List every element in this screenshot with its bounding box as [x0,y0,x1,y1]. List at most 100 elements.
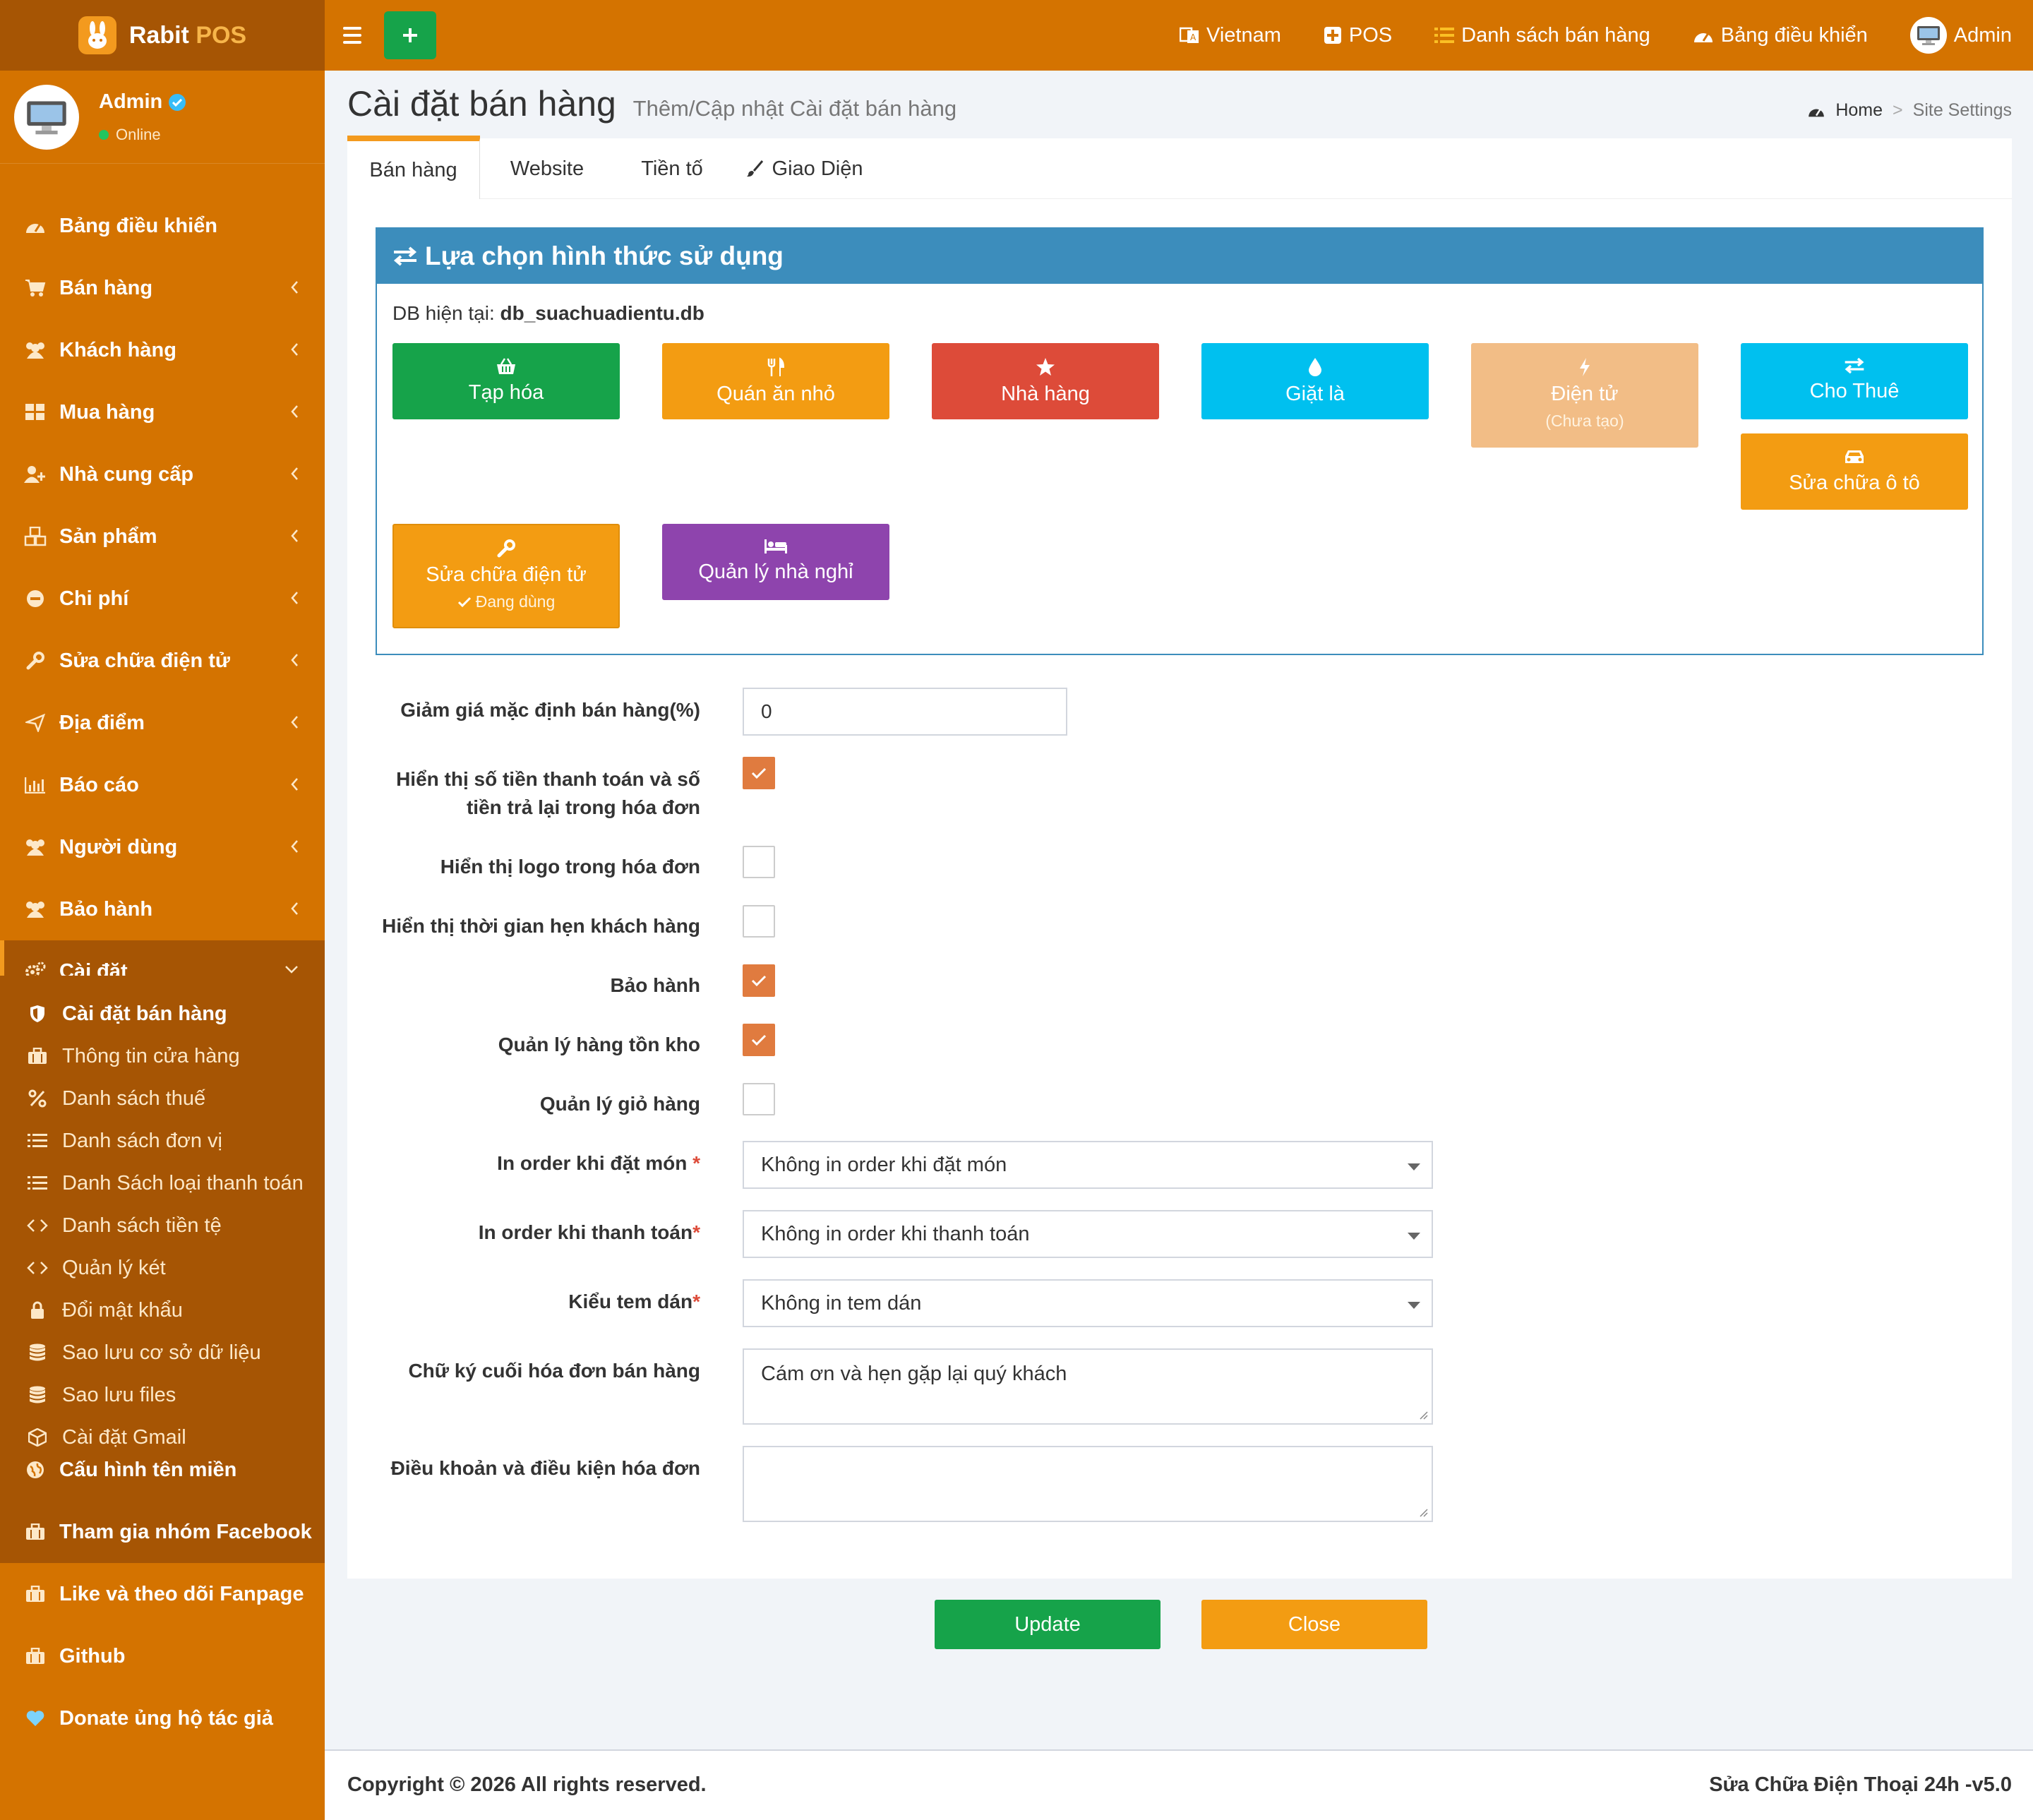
sidebar-item-donate[interactable]: Donate ủng hộ tác giả [0,1687,325,1749]
sidebar-item-label: Bảng điều khiển [59,214,217,237]
app-logo[interactable]: Rabit POS [0,0,325,71]
paint-brush-icon [746,160,763,177]
show-logo-checkbox[interactable] [743,846,775,878]
sidebar-item-label: Địa điểm [59,711,145,734]
show-appointment-checkbox[interactable] [743,905,775,938]
sidebar-item-warranty[interactable]: Bảo hành [0,878,325,940]
submenu-item-payment-types[interactable]: Danh Sách loại thanh toán [0,1162,325,1204]
sidebar-item-label: Cấu hình tên miền [59,1458,237,1481]
add-new-button[interactable] [384,11,436,59]
sidebar-item-label: Báo cáo [59,773,139,796]
submenu-item-cash-drawer[interactable]: Quản lý két [0,1247,325,1289]
mode-electronics-button[interactable]: Điện tử (Chưa tạo) [1471,343,1698,448]
user-menu[interactable]: Admin [1909,17,2012,54]
mode-laundry-button[interactable]: Giặt là [1201,343,1429,419]
print-order-select[interactable]: Không in order khi đặt món [743,1141,1433,1189]
submenu-item-backup-files[interactable]: Sao lưu files [0,1374,325,1416]
sidebar-item-products[interactable]: Sản phẩm [0,505,325,568]
rabbit-logo-icon [78,16,116,54]
language-icon: A [1180,27,1199,43]
submenu-item-change-password[interactable]: Đổi mật khẩu [0,1289,325,1331]
sidebar-item-facebook-group[interactable]: Tham gia nhóm Facebook [0,1501,325,1563]
check-icon [751,1034,767,1046]
sales-list-link[interactable]: Danh sách bán hàng [1434,24,1650,47]
page-subtitle: Thêm/Cập nhật Cài đặt bán hàng [632,96,957,121]
submenu-item-store-info[interactable]: Thông tin cửa hàng [0,1035,325,1077]
mode-small-restaurant-button[interactable]: Quán ăn nhỏ [662,343,889,419]
warranty-label: Bảo hành [610,974,700,996]
sidebar-item-label: Bảo hành [59,897,153,921]
breadcrumb-current: Site Settings [1912,100,2012,120]
bar-chart-icon [24,774,47,796]
sidebar-item-reports[interactable]: Báo cáo [0,754,325,816]
pos-link[interactable]: POS [1324,24,1392,47]
discount-input[interactable]: 0 [743,688,1067,736]
send-icon [24,712,47,734]
usage-mode-panel: Lựa chọn hình thức sử dụng DB hiện tại: … [376,227,1984,655]
shield-icon [27,1003,48,1024]
sidebar-item-fanpage[interactable]: Like và theo dõi Fanpage [0,1563,325,1625]
sidebar-item-github[interactable]: Github [0,1625,325,1687]
check-icon [457,597,471,607]
dashboard-link[interactable]: Bảng điều khiển [1693,24,1868,47]
close-button[interactable]: Close [1201,1600,1427,1649]
bed-icon [764,539,787,553]
cart-checkbox[interactable] [743,1083,775,1115]
chevron-left-icon [291,840,298,853]
mode-restaurant-button[interactable]: Nhà hàng [932,343,1159,419]
sidebar-toggle-button[interactable] [343,21,364,49]
database-icon [27,1384,48,1406]
show-payment-label-line-2: tiền trả lại trong hóa đơn [466,796,700,818]
submenu-item-unit-list[interactable]: Danh sách đơn vị [0,1120,325,1162]
tab-sales[interactable]: Bán hàng [347,138,480,199]
update-button[interactable]: Update [935,1600,1161,1649]
mode-rental-button[interactable]: Cho Thuê [1741,343,1968,419]
tab-theme[interactable]: Giao Diện [730,138,878,199]
tab-prefix[interactable]: Tiền tố [614,138,730,199]
show-payment-checkbox[interactable] [743,757,775,789]
page-title: Cài đặt bán hàng [347,84,616,124]
resize-grip-icon[interactable] [1417,1409,1429,1420]
sidebar-item-repair[interactable]: Sửa chữa điện tử [0,630,325,692]
language-menu[interactable]: A Vietnam [1180,24,1281,47]
sidebar-item-domain-config[interactable]: Cấu hình tên miền [0,1439,325,1501]
sticker-select[interactable]: Không in tem dán [743,1279,1433,1327]
breadcrumb-home[interactable]: Home [1835,100,1883,121]
sidebar-item-sales[interactable]: Bán hàng [0,257,325,319]
plus-square-icon [1324,27,1341,44]
sidebar-item-customers[interactable]: Khách hàng [0,319,325,381]
sidebar-item-label: Sản phẩm [59,525,157,548]
sidebar-item-label: Bán hàng [59,276,153,299]
briefcase-icon [27,1046,48,1067]
signature-textarea[interactable]: Cám ơn và hẹn gặp lại quý khách [743,1348,1433,1425]
database-icon [27,1342,48,1363]
submenu-item-backup-db[interactable]: Sao lưu cơ sở dữ liệu [0,1331,325,1374]
settings-tabs-box: Bán hàng Website Tiền tố Giao Diện Lựa c… [347,138,2012,1579]
submenu-item-sales-settings[interactable]: Cài đặt bán hàng [0,993,325,1035]
sidebar-item-label: Donate ủng hộ tác giả [59,1706,273,1730]
exchange-icon [1845,357,1864,374]
code-icon [27,1257,48,1279]
sidebar-item-suppliers[interactable]: Nhà cung cấp [0,443,325,505]
inventory-label: Quản lý hàng tồn kho [498,1034,700,1055]
submenu-item-currency-list[interactable]: Danh sách tiền tệ [0,1204,325,1247]
tab-website[interactable]: Website [480,138,614,199]
mode-motel-button[interactable]: Quản lý nhà nghỉ [662,524,889,600]
sidebar-item-locations[interactable]: Địa điểm [0,692,325,754]
terms-textarea[interactable] [743,1446,1433,1522]
globe-icon [24,1459,47,1481]
chevron-left-icon [291,592,298,604]
sidebar-item-purchases[interactable]: Mua hàng [0,381,325,443]
mode-car-repair-button[interactable]: Sửa chữa ô tô [1741,433,1968,510]
mode-grocery-button[interactable]: Tạp hóa [392,343,620,419]
required-mark: * [692,1152,700,1174]
resize-grip-icon[interactable] [1417,1507,1429,1518]
inventory-checkbox[interactable] [743,1024,775,1056]
submenu-item-tax-list[interactable]: Danh sách thuế [0,1077,325,1120]
sidebar-item-expenses[interactable]: Chi phí [0,568,325,630]
sidebar-item-dashboard[interactable]: Bảng điều khiển [0,195,325,257]
print-payment-select[interactable]: Không in order khi thanh toán [743,1210,1433,1258]
mode-electronics-repair-button[interactable]: Sửa chữa điện tử Đang dùng [392,524,620,628]
warranty-checkbox[interactable] [743,964,775,997]
sidebar-item-users[interactable]: Người dùng [0,816,325,878]
